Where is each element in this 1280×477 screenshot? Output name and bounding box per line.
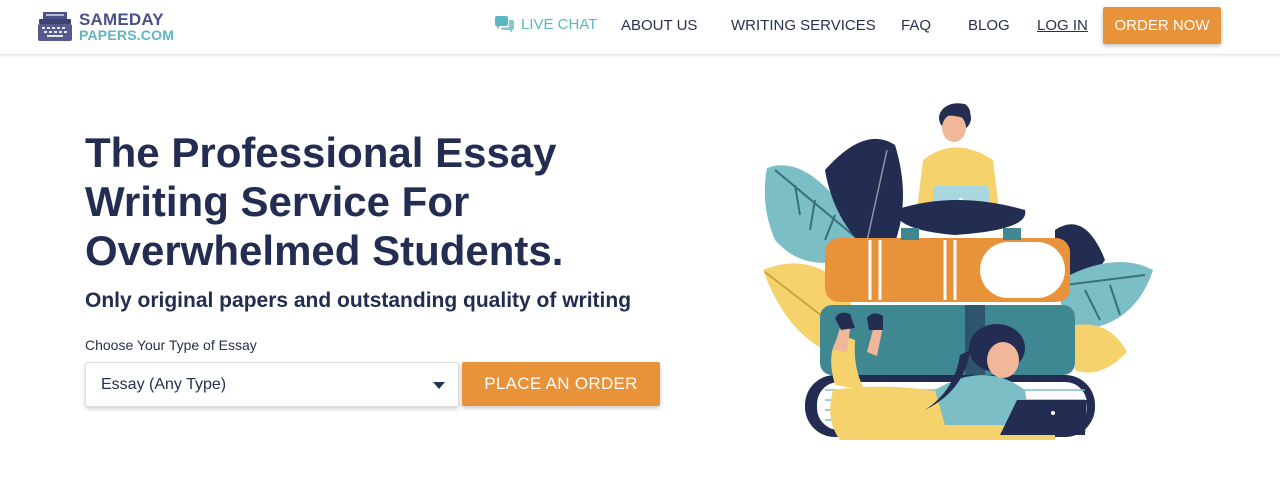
hero-title-line: Overwhelmed Students. [85, 227, 564, 274]
logo-text-line2: PAPERS.COM [79, 27, 175, 43]
typewriter-icon [38, 12, 72, 41]
hero-title: The Professional Essay Writing Service F… [85, 128, 685, 275]
place-an-order-button[interactable]: PLACE AN ORDER [462, 362, 660, 406]
hero-subtitle: Only original papers and outstanding qua… [85, 289, 632, 312]
nav-live-chat-label: LIVE CHAT [521, 16, 598, 33]
essay-type-label: Choose Your Type of Essay [85, 337, 257, 353]
nav-blog[interactable]: BLOG [968, 17, 1010, 34]
hero-title-line: Writing Service For [85, 178, 470, 225]
essay-type-select[interactable]: Essay (Any Type) [85, 362, 459, 407]
hero-title-line: The Professional Essay [85, 129, 557, 176]
nav-log-in[interactable]: LOG IN [1037, 17, 1088, 34]
essay-type-selected-value: Essay (Any Type) [101, 376, 227, 393]
site-header: SAMEDAY PAPERS.COM LIVE CHAT ABOUT US WR… [0, 0, 1280, 55]
nav-faq[interactable]: FAQ [901, 17, 931, 34]
chevron-down-icon [433, 382, 445, 389]
nav-live-chat[interactable]: LIVE CHAT [494, 16, 597, 33]
site-logo[interactable]: SAMEDAY PAPERS.COM [38, 10, 178, 44]
chat-bubbles-icon [495, 16, 514, 33]
order-now-button[interactable]: ORDER NOW [1103, 7, 1221, 44]
nav-about-us[interactable]: ABOUT US [621, 17, 697, 34]
nav-writing-services[interactable]: WRITING SERVICES [731, 17, 876, 34]
students-books-laptops-illustration [763, 103, 1153, 440]
